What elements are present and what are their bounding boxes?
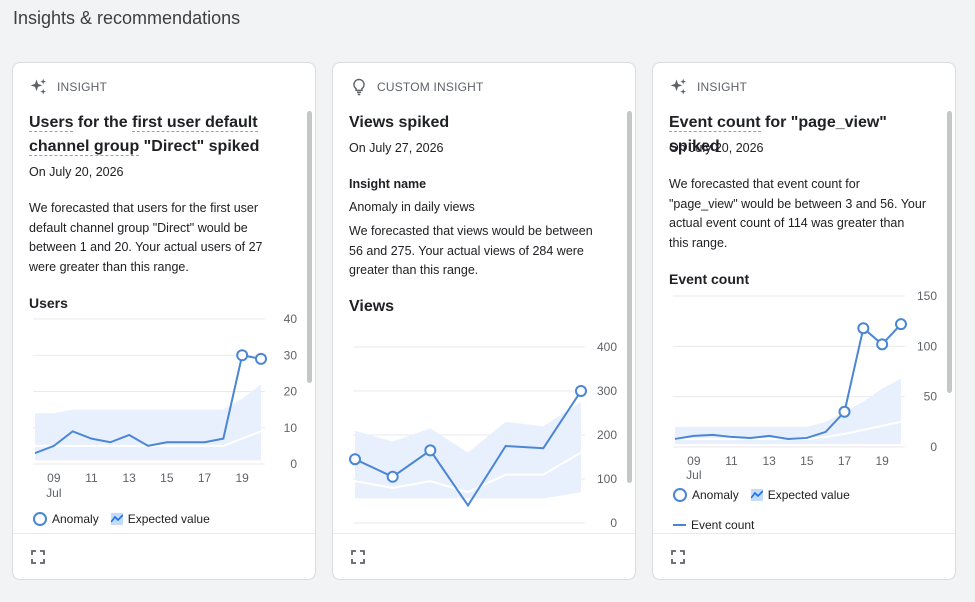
scrollbar[interactable] (627, 111, 633, 534)
chart-title: Views (349, 298, 395, 315)
x-month-label: Jul (686, 468, 701, 482)
x-tick-label: 11 (725, 454, 738, 468)
y-tick-label: 40 (284, 312, 298, 326)
x-month-label: Jul (46, 486, 61, 500)
x-tick-label: 19 (235, 471, 249, 485)
legend-series[interactable]: Event count (673, 518, 754, 532)
fullscreen-icon[interactable] (351, 550, 365, 564)
metric-term[interactable]: Event count (669, 114, 761, 132)
y-tick-label: 300 (597, 384, 617, 398)
y-tick-label: 100 (597, 472, 617, 486)
card-date: On July 27, 2026 (349, 141, 444, 155)
y-tick-label: 200 (597, 428, 617, 442)
y-tick-label: 0 (930, 440, 937, 454)
sparkle-icon (670, 78, 687, 95)
card-date: On July 20, 2026 (669, 141, 764, 155)
anomaly-point (349, 453, 361, 466)
y-tick-label: 400 (597, 340, 617, 354)
card-kind: CUSTOM INSIGHT (349, 77, 484, 97)
insight-card-views[interactable]: CUSTOM INSIGHT Views spiked On July 27, … (332, 62, 636, 580)
insight-card-event-count[interactable]: INSIGHT Event count for "page_view" spik… (652, 62, 956, 580)
expected-range-icon (750, 489, 763, 501)
scrollbar-thumb[interactable] (947, 111, 952, 393)
expected-range-band (355, 402, 581, 499)
fullscreen-icon[interactable] (31, 550, 45, 564)
card-title: Users for the first user default channel… (29, 114, 260, 156)
card-footer (333, 533, 635, 579)
x-tick-label: 17 (838, 454, 852, 468)
x-tick-label: 09 (47, 471, 61, 485)
anomaly-point (857, 322, 870, 335)
x-tick-label: 15 (160, 471, 174, 485)
x-tick-label: 13 (122, 471, 136, 485)
anomaly-point (424, 444, 437, 457)
metric-term[interactable]: Users (29, 114, 74, 132)
card-kind: INSIGHT (669, 77, 747, 97)
x-tick-label: 19 (875, 454, 889, 468)
card-date: On July 20, 2026 (29, 165, 124, 179)
card-kind: INSIGHT (29, 77, 107, 97)
y-tick-label: 20 (284, 385, 298, 399)
legend-expected[interactable]: Expected value (110, 512, 210, 526)
y-tick-label: 0 (610, 516, 617, 530)
insight-name-label: Insight name (349, 177, 427, 191)
x-tick-label: 17 (198, 471, 212, 485)
anomaly-marker-icon (33, 512, 47, 526)
anomaly-point (895, 318, 907, 331)
anomaly-point (575, 385, 587, 397)
x-tick-label: 13 (762, 454, 776, 468)
card-footer (653, 533, 955, 579)
page-title: Insights & recommendations (13, 8, 241, 28)
anomaly-point (386, 470, 399, 483)
card-description: We forecasted that users for the first u… (29, 201, 263, 274)
scrollbar[interactable] (307, 111, 313, 534)
chart-legend-series: Event count (673, 518, 766, 532)
scrollbar-thumb[interactable] (627, 111, 632, 483)
scrollbar-thumb[interactable] (307, 111, 312, 383)
y-tick-label: 150 (917, 289, 937, 303)
legend-anomaly[interactable]: Anomaly (673, 488, 739, 502)
card-description: We forecasted that event count for "page… (669, 177, 926, 250)
insight-name: Anomaly in daily views (349, 200, 475, 214)
legend-anomaly[interactable]: Anomaly (33, 512, 99, 526)
insight-card-users[interactable]: INSIGHT Users for the first user default… (12, 62, 316, 580)
card-title: Views spiked (349, 114, 450, 131)
y-tick-label: 50 (924, 390, 938, 404)
series-line-icon (673, 524, 686, 526)
anomaly-marker-icon (673, 488, 687, 502)
y-tick-label: 0 (290, 457, 297, 471)
card-footer (13, 533, 315, 579)
y-tick-label: 30 (284, 348, 298, 362)
chart-legend: Anomaly Expected value (33, 512, 222, 526)
anomaly-point (255, 352, 267, 365)
x-tick-label: 09 (687, 454, 701, 468)
expected-range-icon (110, 513, 123, 525)
card-description: We forecasted that views would be betwee… (349, 224, 593, 277)
x-tick-label: 15 (800, 454, 814, 468)
legend-expected[interactable]: Expected value (750, 488, 850, 502)
event-count-line-chart[interactable]: 0 50 100 150 09 11 13 15 17 19 Jul (653, 285, 955, 485)
x-tick-label: 11 (85, 471, 98, 485)
scrollbar[interactable] (947, 111, 953, 534)
views-line-chart[interactable]: 010020030040021222324252627Jul (333, 327, 635, 534)
users-line-chart[interactable]: 0 10 20 30 40 09 11 13 15 17 19 Jul (13, 307, 315, 507)
lightbulb-icon (353, 78, 365, 96)
anomaly-point (838, 405, 851, 418)
fullscreen-icon[interactable] (671, 550, 685, 564)
sparkle-icon (30, 78, 47, 95)
anomaly-point (876, 338, 889, 351)
y-tick-label: 100 (917, 339, 937, 353)
anomaly-point (236, 349, 249, 362)
y-tick-label: 10 (284, 421, 298, 435)
chart-legend: Anomaly Expected value (673, 488, 862, 502)
